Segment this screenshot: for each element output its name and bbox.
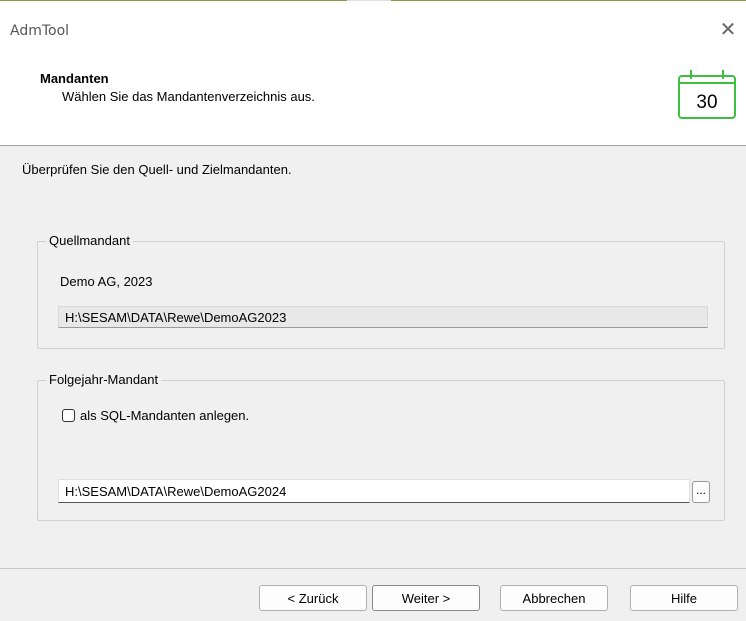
window-title: AdmTool: [10, 23, 70, 39]
title-bar: AdmTool ✕: [0, 1, 746, 51]
browse-button[interactable]: ...: [692, 481, 710, 503]
back-button[interactable]: < Zurück: [259, 585, 367, 611]
sql-client-checkbox-label[interactable]: als SQL-Mandanten anlegen.: [80, 408, 249, 423]
footer-separator: [0, 568, 746, 569]
sql-client-checkbox-row[interactable]: als SQL-Mandanten anlegen.: [62, 408, 249, 423]
calendar-icon: 30: [678, 70, 736, 119]
sql-client-checkbox[interactable]: [62, 409, 75, 422]
wizard-header: Mandanten Wählen Sie das Mandantenverzei…: [0, 51, 746, 146]
target-path-input[interactable]: H:\SESAM\DATA\Rewe\DemoAG2024: [58, 479, 690, 503]
calendar-number: 30: [696, 92, 717, 113]
source-client-name: Demo AG, 2023: [60, 274, 153, 289]
source-client-legend: Quellmandant: [46, 233, 133, 248]
header-title: Mandanten: [40, 71, 109, 86]
target-client-group: Folgejahr-Mandant als SQL-Mandanten anle…: [37, 372, 725, 521]
source-path-field: H:\SESAM\DATA\Rewe\DemoAG2023: [58, 306, 708, 328]
close-icon[interactable]: ✕: [716, 17, 740, 41]
source-client-group: Quellmandant Demo AG, 2023 H:\SESAM\DATA…: [37, 233, 725, 349]
next-button[interactable]: Weiter >: [372, 585, 480, 611]
instruction-text: Überprüfen Sie den Quell- und Zielmandan…: [22, 162, 292, 177]
help-button[interactable]: Hilfe: [630, 585, 738, 611]
header-subtitle: Wählen Sie das Mandantenverzeichnis aus.: [62, 89, 315, 104]
cancel-button[interactable]: Abbrechen: [500, 585, 608, 611]
target-client-legend: Folgejahr-Mandant: [46, 372, 162, 387]
